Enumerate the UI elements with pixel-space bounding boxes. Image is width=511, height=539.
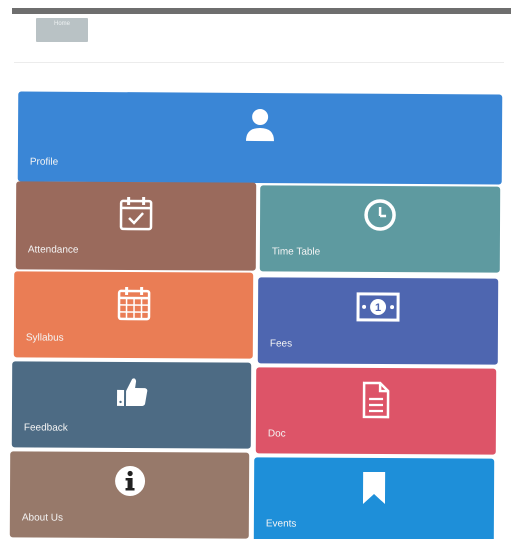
svg-text:1: 1 [375, 302, 381, 314]
profile-label: Profile [29, 156, 59, 168]
header-divider [14, 62, 504, 63]
document-icon [360, 380, 392, 420]
bookmark-icon [360, 470, 388, 506]
about-us-label: About Us [21, 512, 64, 524]
info-icon [112, 464, 146, 498]
about-us-tile[interactable]: About Us [9, 451, 250, 539]
money-icon: 1 [356, 290, 400, 324]
dashboard-page: Home Profile Attendance Time Table Sylla… [0, 0, 511, 539]
doc-tile[interactable]: Doc [255, 367, 497, 455]
thumbs-up-icon [113, 374, 149, 410]
time-table-label: Time Table [271, 246, 321, 258]
events-tile[interactable]: Events [253, 457, 495, 539]
calendar-grid-icon [113, 284, 153, 324]
clock-icon [363, 198, 397, 232]
top-bar [12, 8, 511, 14]
syllabus-tile[interactable]: Syllabus [13, 271, 254, 359]
profile-tile[interactable]: Profile [17, 91, 503, 185]
events-label: Events [265, 518, 297, 530]
home-button[interactable]: Home [36, 18, 88, 42]
calendar-check-icon [116, 194, 156, 234]
time-table-tile[interactable]: Time Table [259, 185, 501, 273]
syllabus-label: Syllabus [25, 332, 64, 344]
feedback-tile[interactable]: Feedback [11, 361, 252, 449]
attendance-label: Attendance [27, 244, 79, 256]
user-icon [243, 107, 277, 143]
fees-tile[interactable]: 1 Fees [257, 277, 499, 365]
attendance-tile[interactable]: Attendance [15, 181, 257, 271]
fees-label: Fees [269, 338, 293, 350]
doc-label: Doc [267, 428, 286, 440]
feedback-label: Feedback [23, 422, 68, 434]
